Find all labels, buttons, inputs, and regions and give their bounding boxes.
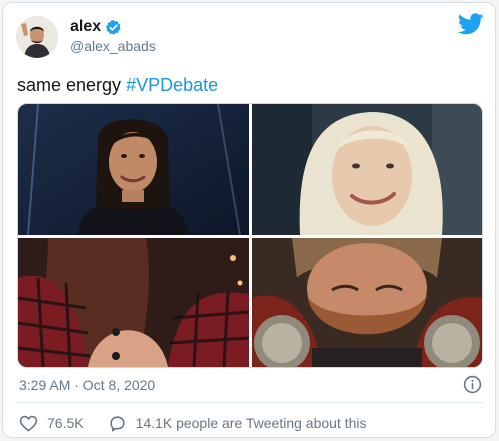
tweet-text: same energy #VPDebate <box>17 75 218 96</box>
author-display-name[interactable]: alex <box>70 18 101 36</box>
like-count: 76.5K <box>47 415 84 431</box>
author-name-row[interactable]: alex <box>70 17 122 37</box>
media-photo-1[interactable] <box>18 104 249 235</box>
tweet-timestamp[interactable]: 3:29 AM · Oct 8, 2020 <box>19 377 155 393</box>
media-photo-2[interactable] <box>252 104 482 235</box>
divider <box>15 402 483 403</box>
comment-bubble-icon <box>109 415 125 431</box>
media-photo-4[interactable] <box>252 238 482 367</box>
tweeting-about-text: 14.1K people are Tweeting about this <box>135 415 367 431</box>
tweet-body-text: same energy <box>17 75 122 95</box>
media-photo-3[interactable] <box>18 238 249 367</box>
author-handle[interactable]: @alex_abads <box>70 38 156 54</box>
twitter-bird-icon[interactable] <box>457 13 484 35</box>
hashtag-link[interactable]: #VPDebate <box>126 75 218 95</box>
avatar[interactable] <box>16 16 58 58</box>
media-grid[interactable] <box>17 103 483 368</box>
info-icon[interactable] <box>463 375 482 394</box>
heart-icon <box>19 415 38 431</box>
conversation-button[interactable]: 14.1K people are Tweeting about this <box>108 414 367 433</box>
tweet-card[interactable]: alex @alex_abads same energy #VPDebate 3… <box>2 2 496 438</box>
like-button[interactable]: 76.5K <box>19 414 84 433</box>
verified-badge-icon <box>105 19 122 36</box>
tweet-actions: 76.5K 14.1K people are Tweeting about th… <box>19 412 367 434</box>
